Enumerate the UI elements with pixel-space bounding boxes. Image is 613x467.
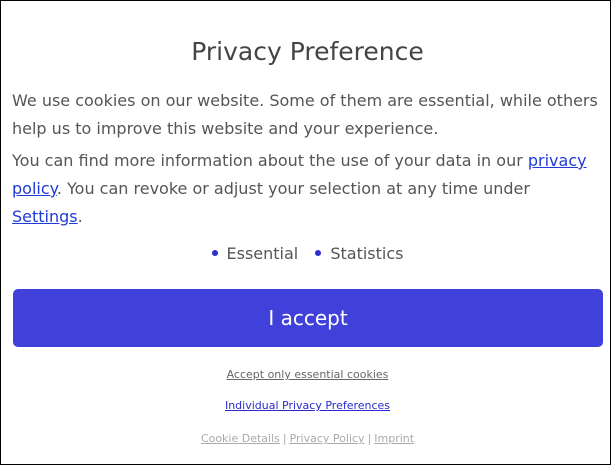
bullet-icon <box>315 250 322 256</box>
privacy-dialog: Privacy Preference We use cookies on our… <box>0 0 611 465</box>
footer-separator: | <box>282 432 287 445</box>
imprint-link[interactable]: Imprint <box>374 432 414 445</box>
accept-essential-link[interactable]: Accept only essential cookies <box>227 368 389 381</box>
dialog-title: Privacy Preference <box>191 37 424 66</box>
group-statistics-label: Statistics <box>330 243 404 263</box>
cookie-details-link[interactable]: Cookie Details <box>201 432 280 445</box>
settings-link[interactable]: Settings <box>12 207 78 226</box>
cookie-groups: Essential Statistics <box>1 241 613 263</box>
footer-separator: | <box>367 432 372 445</box>
group-statistics[interactable]: Statistics <box>315 244 403 263</box>
footer-links: Cookie Details | Privacy Policy | Imprint <box>1 432 613 445</box>
footer-privacy-policy-link[interactable]: Privacy Policy <box>290 432 365 445</box>
group-essential-label: Essential <box>226 243 299 263</box>
info-prefix: You can find more information about the … <box>12 151 528 170</box>
accept-button[interactable]: I accept <box>13 289 603 347</box>
group-essential[interactable]: Essential <box>211 243 299 263</box>
info-text: You can find more information about the … <box>12 147 602 231</box>
individual-preferences-link[interactable]: Individual Privacy Preferences <box>225 399 390 412</box>
accept-essential-row: Accept only essential cookies <box>1 368 613 381</box>
info-middle: . You can revoke or adjust your selectio… <box>56 179 530 198</box>
intro-text: We use cookies on our website. Some of t… <box>12 91 598 138</box>
individual-preferences-row: Individual Privacy Preferences <box>1 399 613 412</box>
info-suffix: . <box>77 207 83 226</box>
bullet-icon <box>211 250 218 256</box>
